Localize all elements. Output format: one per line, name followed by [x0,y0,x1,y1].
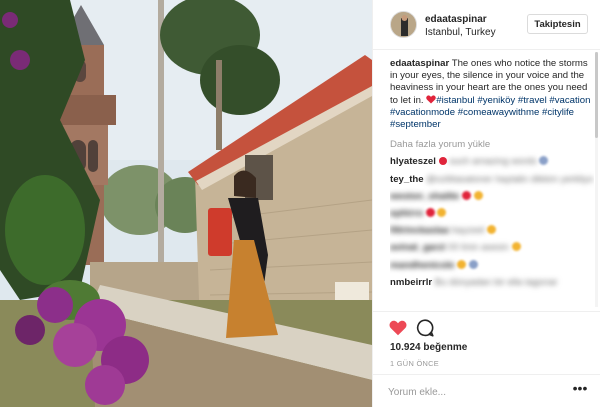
comment-username[interactable]: tey_the [390,174,424,185]
hashtag-link[interactable]: #vacationmode [390,107,455,118]
hashtag-link[interactable]: #yeniköy [477,95,515,106]
post-photo-image [0,0,372,407]
likes-label: beğenme [423,342,468,353]
comment-item: mandhenicole [390,259,594,272]
comment-username[interactable]: mandhenicole [390,260,455,271]
add-comment-bar: ••• [373,374,600,407]
comments-scrollbar[interactable] [595,52,598,307]
comment-item: hlyateszel such amazing words [390,156,594,168]
comment-username[interactable]: hlyateszel [390,156,436,167]
comment-item: filtrinckaslaa hayzeel [390,225,594,237]
heart-icon[interactable] [389,320,407,336]
hashtag-link[interactable]: #september [390,119,441,130]
following-button[interactable]: Takiptesin [527,14,588,34]
scrollbar-thumb[interactable] [595,52,598,138]
comment-input[interactable] [388,383,558,401]
more-options-icon[interactable]: ••• [571,381,589,399]
likes-number: 10.924 [390,342,421,353]
hashtag-link[interactable]: #vacation [549,95,590,106]
load-more-comments-link[interactable]: Daha fazla yorum yükle [390,139,594,151]
comment-username[interactable]: avinat_garzi [390,242,445,253]
comment-text: such amazing words [449,156,537,168]
comment-item: tey_the @ozliitasatoner haytalin dikkim … [390,174,594,186]
comment-text: 00 linin asesin [448,242,509,254]
comment-username[interactable]: nmbeirrlr [390,277,432,288]
emoji-icon [457,259,467,269]
hashtag-link[interactable]: #istanbul [436,95,474,106]
comments-list: edaataspinar The ones who notice the sto… [390,58,594,310]
comment-bubble-icon[interactable] [416,319,434,337]
comment-username[interactable]: filtrinckaslaa [390,225,449,236]
comment-text: Bu dünyadan bir ella tagonar [434,276,558,288]
emoji-icon [468,259,478,269]
emoji-icon [487,225,497,235]
likes-count[interactable]: 10.924 beğenme [390,342,467,353]
emoji-icon [473,190,483,200]
post-location[interactable]: Istanbul, Turkey [425,27,496,38]
red-heart-icon [461,190,471,200]
post-actions [373,311,600,341]
red-heart-icon [425,208,435,218]
red-heart-icon [426,94,437,104]
comment-item: ephirro [390,208,594,220]
emoji-icon [437,208,447,218]
emoji-icon [511,242,521,252]
comment-item: nmbeirrlr Bu dünyadan bir ella tagonar [390,277,594,289]
post-timestamp: 1 GÜN ÖNCE [390,359,439,368]
comment-text: @ozliitasatoner haytalin dikkim yerkliyo [426,173,594,185]
hashtag-link[interactable]: #travel [518,95,547,106]
hashtag-link[interactable]: #citylife [542,107,574,118]
avatar[interactable] [390,11,417,38]
comment-text: hayzeel [451,225,485,237]
post-username[interactable]: edaataspinar [425,14,487,25]
comment-item: avinat_garzi 00 linin asesin [390,242,594,254]
emoji-icon [539,156,549,166]
post-detail-panel: edaataspinar Istanbul, Turkey Takiptesin… [372,0,600,407]
caption-username[interactable]: edaataspinar [390,58,449,69]
avatar-image [391,12,416,37]
comment-item: weston_shaitte [390,190,594,203]
post-header: edaataspinar Istanbul, Turkey Takiptesin [373,0,600,50]
post-photo[interactable] [0,0,372,407]
comment-username[interactable]: ephirro [390,208,423,219]
post-caption: edaataspinar The ones who notice the sto… [390,58,594,131]
comment-username[interactable]: weston_shaitte [390,191,459,202]
hashtag-link[interactable]: #comeawaywithme [458,107,540,118]
red-heart-icon [438,157,447,166]
